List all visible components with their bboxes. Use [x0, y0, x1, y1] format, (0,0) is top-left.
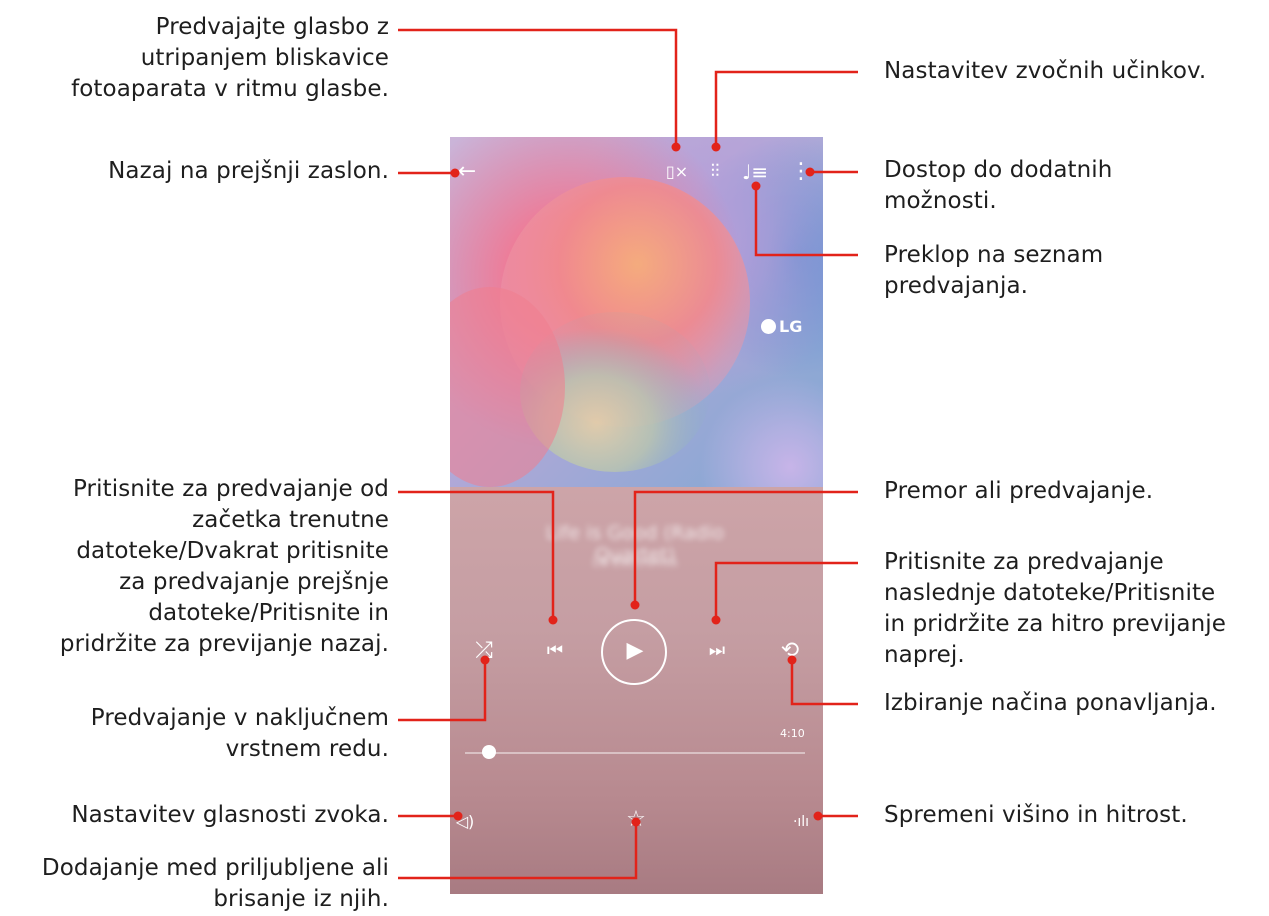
label-more-options: Dostop do dodatnih možnosti. — [884, 157, 1113, 214]
leader-previous — [398, 490, 555, 620]
label-favorite: Dodajanje med priljubljene ali brisanje … — [41, 855, 389, 912]
label-flash: Predvajajte glasbo z utripanjem bliskavi… — [71, 14, 389, 102]
label-volume: Nastavitev glasnosti zvoka. — [71, 802, 389, 828]
label-next: Pritisnite za predvajanje naslednje dato… — [884, 549, 1227, 668]
leader-sound-effects — [714, 70, 858, 147]
leader-shuffle — [398, 660, 487, 722]
leader-playlist — [754, 186, 858, 257]
label-pitch: Spremeni višino in hitrost. — [884, 802, 1188, 828]
leader-play — [633, 490, 858, 605]
label-play-pause: Premor ali predvajanje. — [884, 478, 1154, 504]
label-back: Nazaj na prejšnji zaslon. — [108, 158, 389, 184]
label-repeat: Izbiranje načina ponavljanja. — [884, 690, 1217, 716]
label-playlist: Preklop na seznam predvajanja. — [884, 242, 1104, 299]
leader-lines — [398, 28, 858, 880]
leader-repeat — [790, 660, 858, 706]
leader-next — [714, 561, 858, 620]
label-shuffle: Predvajanje v naključnem vrstnem redu. — [90, 705, 389, 762]
leader-favorite — [398, 822, 638, 880]
leader-flash — [398, 28, 678, 147]
label-previous: Pritisnite za predvajanje od začetka tre… — [59, 476, 389, 657]
label-sound-effects: Nastavitev zvočnih učinkov. — [884, 58, 1207, 84]
